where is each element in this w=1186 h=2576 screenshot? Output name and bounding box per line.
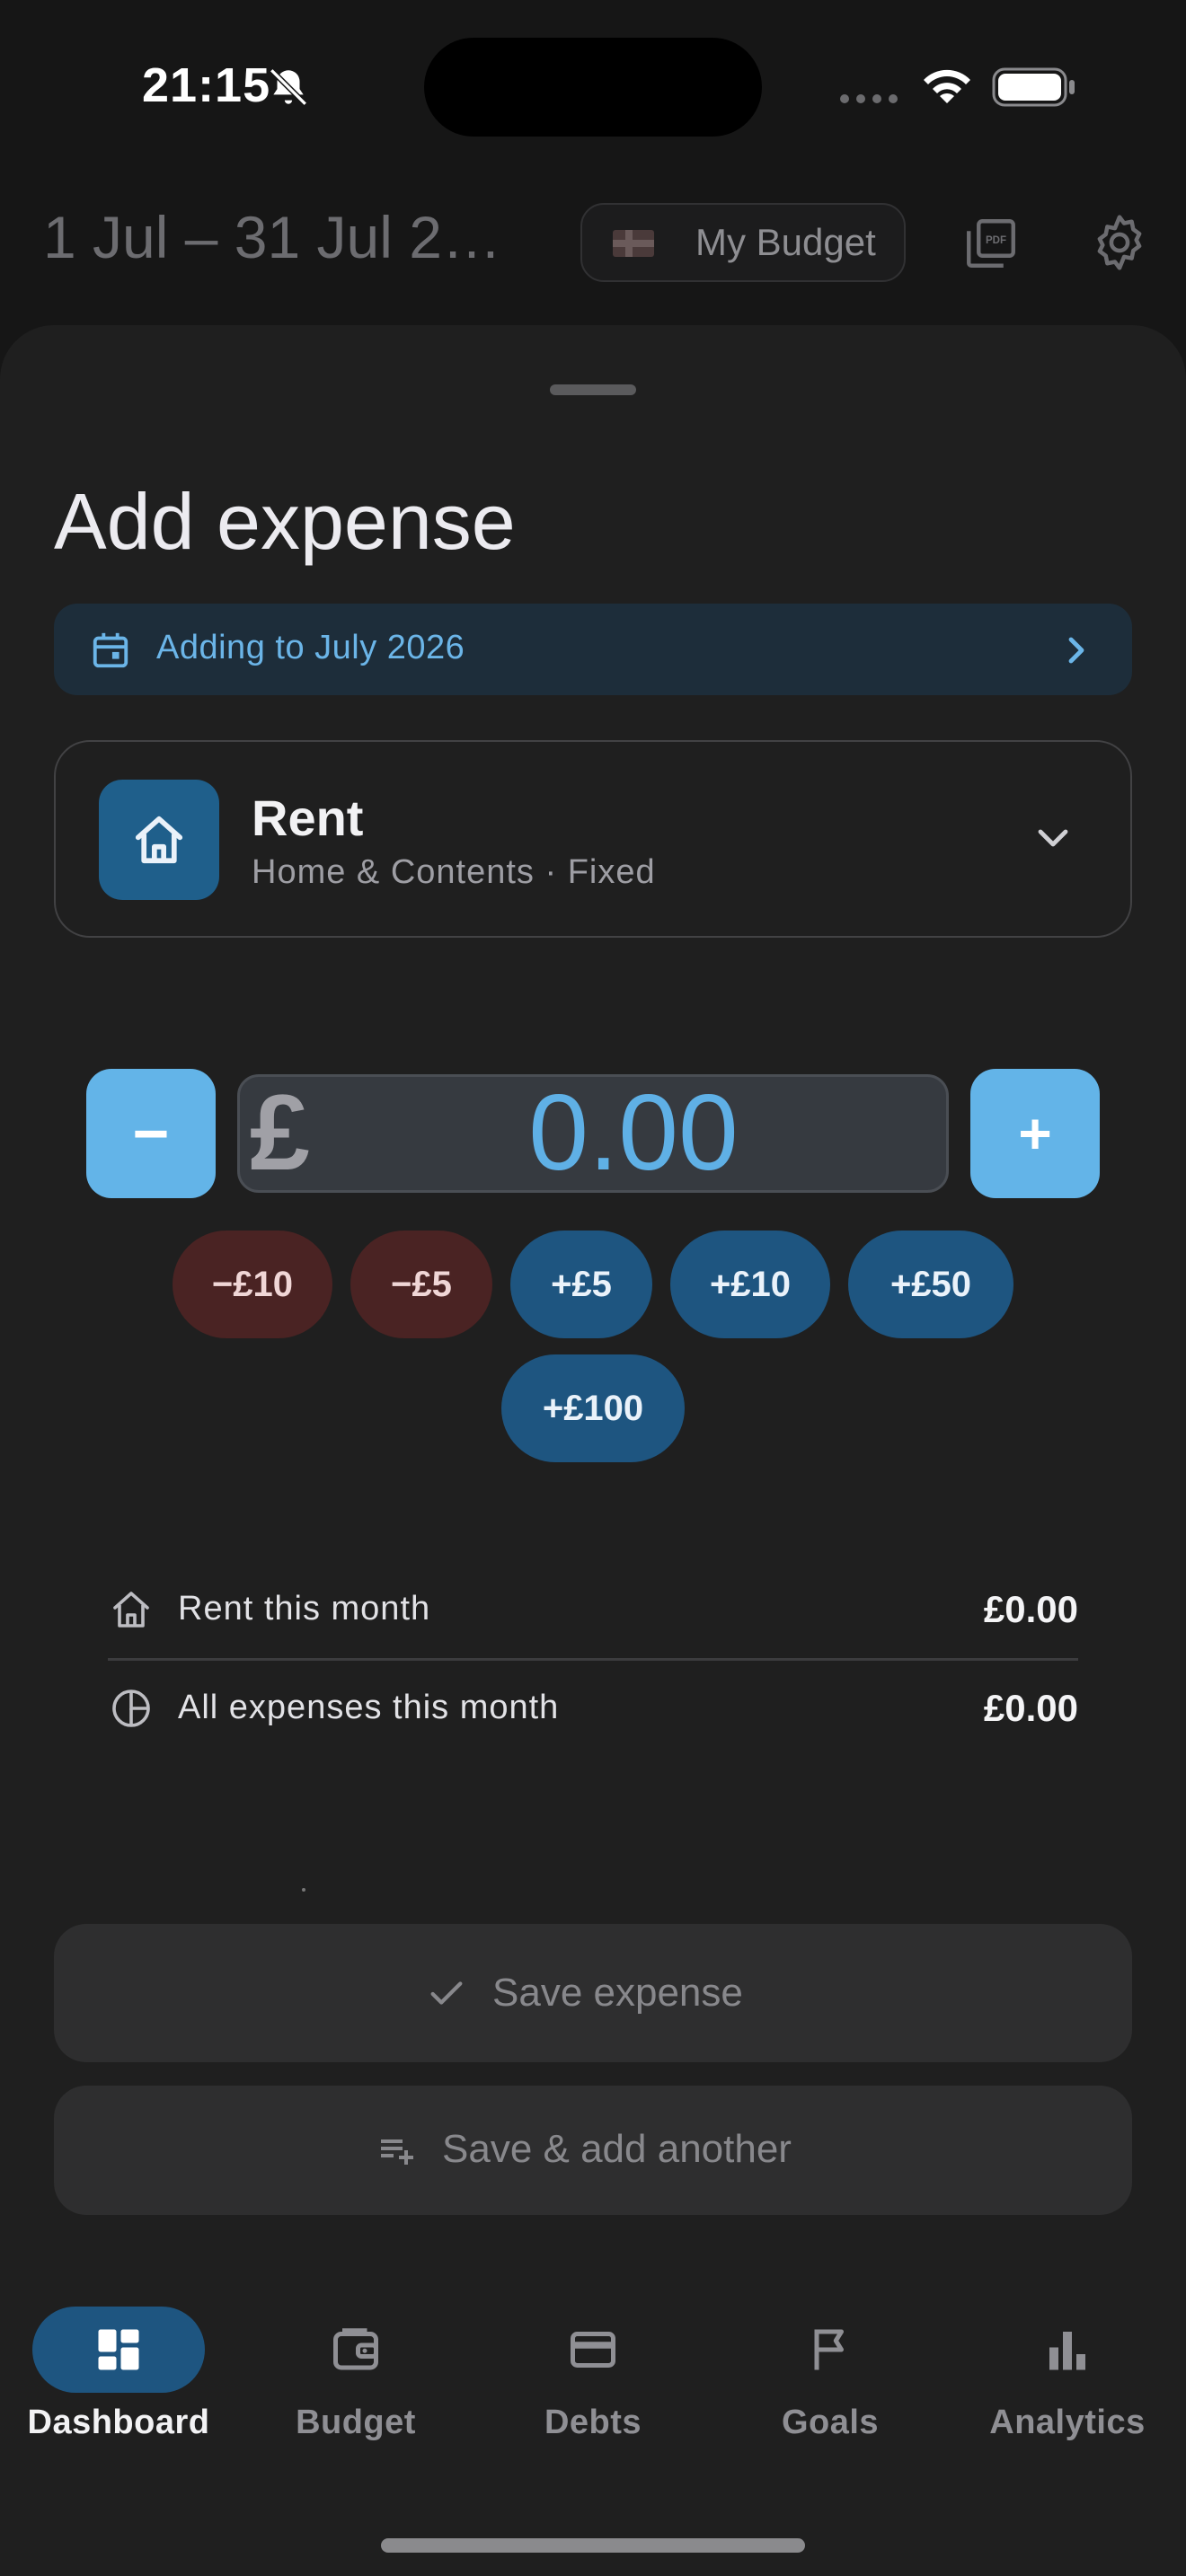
quick-minus-10-button[interactable]: −£10	[173, 1231, 332, 1338]
quick-plus-50-button[interactable]: +£50	[848, 1231, 1013, 1338]
flag-icon	[613, 230, 654, 257]
summary-value-all: £0.00	[983, 1687, 1078, 1729]
flag-outline-icon[interactable]	[803, 2323, 857, 2377]
tab-budget[interactable]: Budget	[248, 2404, 464, 2442]
svg-text:PDF: PDF	[986, 235, 1006, 246]
category-name: Rent	[252, 790, 364, 846]
quick-plus-5-button[interactable]: +£5	[510, 1231, 652, 1338]
date-range-title[interactable]: 1 Jul – 31 Jul 2…	[43, 203, 501, 271]
increment-button[interactable]: +	[970, 1069, 1100, 1198]
check-icon	[430, 1981, 463, 2005]
summary-divider	[108, 1658, 1078, 1661]
decrement-button[interactable]: −	[86, 1069, 216, 1198]
tab-debts[interactable]: Debts	[485, 2404, 701, 2442]
settings-icon[interactable]	[1089, 212, 1150, 273]
quick-minus-5-button[interactable]: −£5	[350, 1231, 492, 1338]
summary-label-all: All expenses this month	[178, 1689, 560, 1726]
dynamic-island	[424, 38, 762, 137]
chevron-right-icon	[1068, 637, 1084, 664]
pdf-icon[interactable]: PDF	[961, 214, 1021, 273]
tab-dashboard[interactable]: Dashboard	[11, 2404, 226, 2442]
wifi-icon	[924, 69, 970, 103]
divider-speck	[302, 1888, 305, 1892]
summary-value-category: £0.00	[983, 1588, 1078, 1630]
quick-plus-10-button[interactable]: +£10	[670, 1231, 830, 1338]
pie-chart-icon	[112, 1689, 150, 1727]
month-banner-label: Adding to July 2026	[156, 629, 465, 666]
currency-symbol: £	[250, 1072, 310, 1193]
category-subtitle: Home & Contents · Fixed	[252, 853, 656, 891]
save-add-another-label: Save & add another	[442, 2127, 792, 2171]
quick-plus-100-button[interactable]: +£100	[501, 1354, 685, 1462]
signal-dots-icon	[840, 94, 898, 103]
wallet-icon[interactable]	[329, 2323, 383, 2377]
tab-analytics[interactable]: Analytics	[960, 2404, 1175, 2442]
playlist-add-icon	[381, 2139, 413, 2165]
bar-chart-icon[interactable]	[1040, 2323, 1094, 2377]
home-icon	[135, 816, 183, 864]
summary-label-category: Rent this month	[178, 1590, 431, 1628]
status-time: 21:15	[142, 58, 271, 112]
dashboard-icon[interactable]	[92, 2323, 146, 2377]
battery-icon	[992, 67, 1075, 107]
bell-slash-icon	[270, 68, 307, 106]
credit-card-icon[interactable]	[566, 2323, 620, 2377]
calendar-icon	[93, 632, 128, 668]
sheet-title: Add expense	[54, 477, 516, 566]
tab-goals[interactable]: Goals	[722, 2404, 938, 2442]
budget-chip-label: My Budget	[695, 221, 876, 263]
home-icon	[113, 1592, 149, 1628]
chevron-down-icon	[1038, 829, 1068, 847]
home-indicator	[381, 2538, 805, 2553]
amount-value: 0.00	[528, 1072, 739, 1193]
sheet-grabber[interactable]	[550, 384, 636, 395]
save-expense-label: Save expense	[492, 1971, 743, 2015]
